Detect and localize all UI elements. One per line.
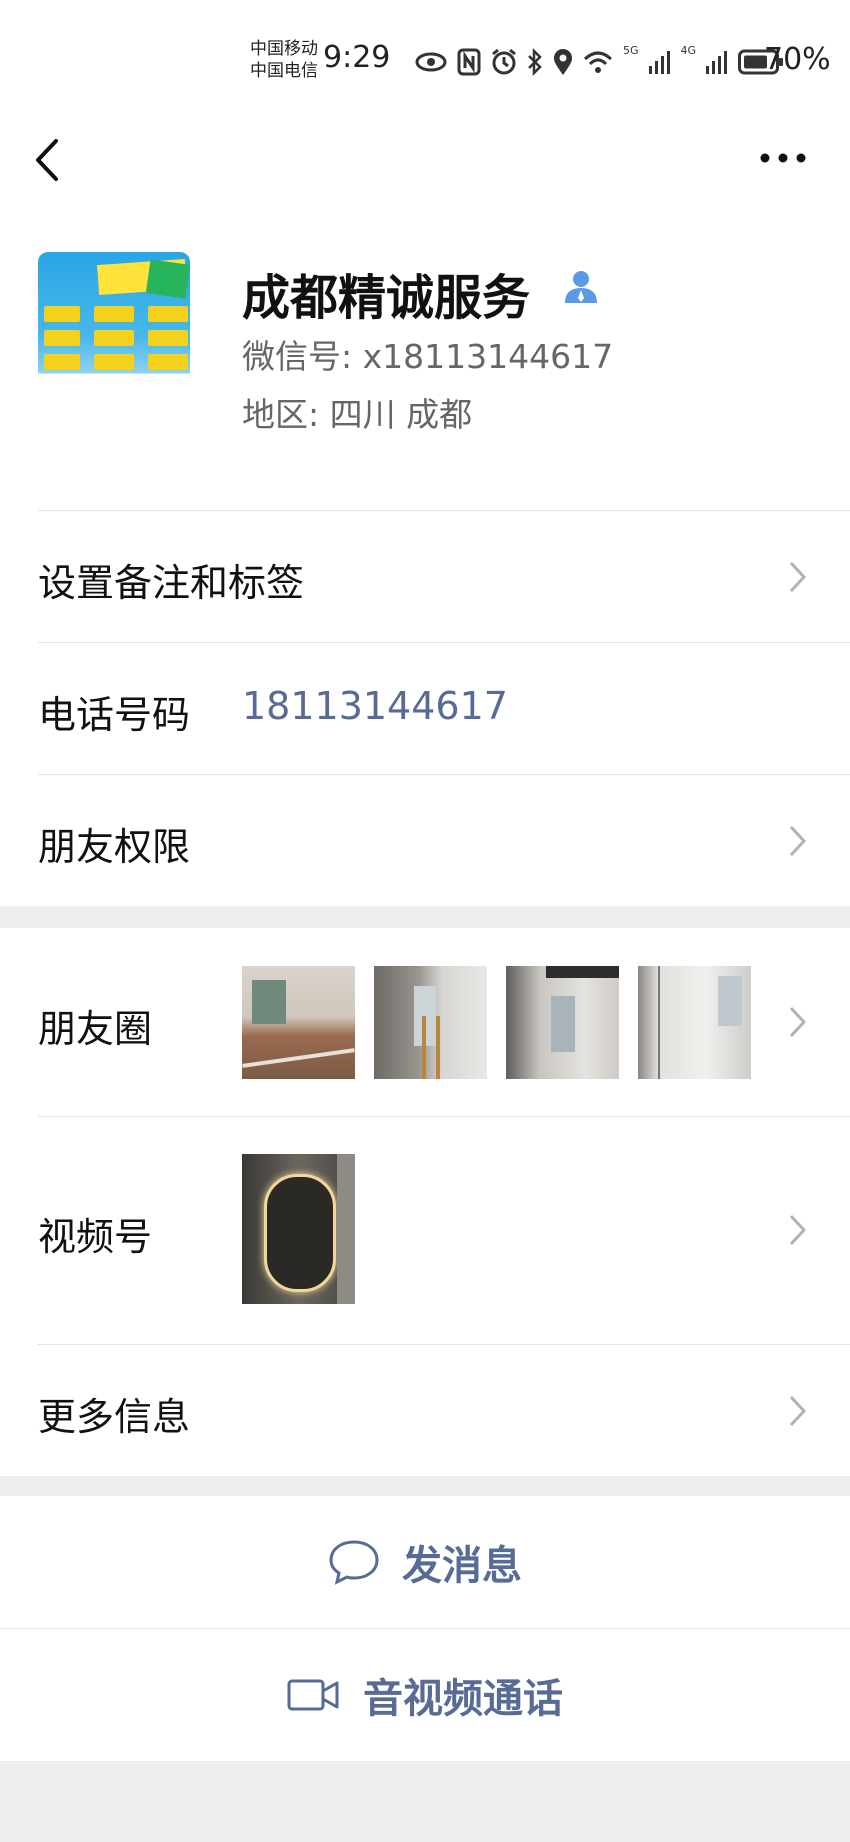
avatar-tile <box>94 306 134 322</box>
avatar-tile <box>148 330 188 346</box>
status-bar: 中国移动 中国电信 9:29 5G 4G 70% <box>0 0 850 110</box>
signal-bars-icon <box>648 51 670 74</box>
carrier-info: 中国移动 中国电信 <box>250 38 318 82</box>
moments-thumbnail <box>242 966 355 1079</box>
more-icon[interactable] <box>760 148 806 168</box>
avatar-tile <box>148 354 188 370</box>
avatar-tile <box>94 354 134 370</box>
avatar-tile <box>148 306 188 322</box>
mirror-shape <box>264 1174 336 1292</box>
remark-label: 设置备注和标签 <box>38 561 305 605</box>
nfc-icon <box>457 48 481 76</box>
avatar-tile <box>44 330 80 346</box>
send-message-label: 发消息 <box>402 1543 522 1589</box>
window-shape <box>551 996 575 1052</box>
row-remark[interactable]: 设置备注和标签 <box>0 510 850 642</box>
ladder-shape <box>422 1016 426 1079</box>
moments-label: 朋友圈 <box>38 1007 153 1051</box>
send-message-button[interactable]: 发消息 <box>0 1496 850 1628</box>
avatar-sign-shape-2 <box>145 259 190 299</box>
signal-5g-label: 5G <box>623 44 639 57</box>
avatar-tile <box>44 306 80 322</box>
eye-icon <box>415 52 447 72</box>
carrier-1: 中国移动 <box>250 39 318 59</box>
wechat-id: 微信号: x18113144617 <box>242 337 614 376</box>
nav-bar <box>0 110 850 210</box>
floor-line <box>242 1048 355 1068</box>
channels-label: 视频号 <box>38 1215 153 1259</box>
divider <box>38 774 850 775</box>
wifi-icon <box>583 51 613 73</box>
status-time: 9:29 <box>323 40 391 75</box>
profile-header: 成都精诚服务 微信号: x18113144617 地区: 四川 成都 <box>0 210 850 510</box>
chevron-right-icon <box>789 561 807 593</box>
video-call-button[interactable]: 音视频通话 <box>0 1628 850 1761</box>
moments-thumbnails <box>242 966 751 1079</box>
window-shape <box>718 976 742 1026</box>
ladder-shape <box>436 1016 440 1079</box>
divider <box>38 1116 850 1117</box>
battery-percent: 70% <box>764 42 831 77</box>
avatar[interactable] <box>38 252 190 404</box>
more-info-label: 更多信息 <box>38 1395 191 1439</box>
door-frame <box>337 1154 355 1304</box>
chevron-right-icon <box>789 825 807 857</box>
ceiling-shape <box>546 966 619 978</box>
row-moments[interactable]: 朋友圈 <box>0 928 850 1116</box>
avatar-tile <box>94 330 134 346</box>
alarm-icon <box>492 48 516 75</box>
moments-thumbnail <box>374 966 487 1079</box>
permissions-label: 朋友权限 <box>38 825 191 869</box>
moments-thumbnail <box>506 966 619 1079</box>
chevron-right-icon <box>789 1214 807 1246</box>
signal-4g-label: 4G <box>680 44 697 57</box>
location-icon <box>554 49 572 75</box>
phone-number-link[interactable]: 18113144617 <box>242 684 508 728</box>
divider <box>38 510 850 511</box>
channels-thumbnail <box>242 1154 355 1304</box>
row-more-info[interactable]: 更多信息 <box>0 1344 850 1476</box>
region: 地区: 四川 成都 <box>242 395 473 434</box>
video-camera-icon <box>287 1679 339 1711</box>
chat-bubble-icon <box>329 1540 379 1585</box>
status-icons: 5G 4G <box>415 44 784 80</box>
window-shape <box>252 980 286 1024</box>
divider <box>38 1344 850 1345</box>
chevron-right-icon <box>789 1006 807 1038</box>
row-channels[interactable]: 视频号 <box>0 1116 850 1344</box>
avatar-tile <box>44 354 80 370</box>
back-icon[interactable] <box>32 135 72 185</box>
row-permissions[interactable]: 朋友权限 <box>0 774 850 906</box>
profile-name: 成都精诚服务 <box>242 270 531 326</box>
user-icon <box>565 271 597 303</box>
avatar-footer <box>38 374 190 404</box>
video-call-label: 音视频通话 <box>363 1676 563 1722</box>
wall-edge <box>658 966 660 1079</box>
carrier-2: 中国电信 <box>250 61 318 81</box>
bluetooth-icon <box>528 48 542 76</box>
chevron-right-icon <box>789 1395 807 1427</box>
divider <box>38 642 850 643</box>
phone-label: 电话号码 <box>38 693 191 737</box>
moments-thumbnail <box>638 966 751 1079</box>
signal-bars-2-icon <box>706 51 728 74</box>
row-phone: 电话号码 18113144617 <box>0 642 850 774</box>
